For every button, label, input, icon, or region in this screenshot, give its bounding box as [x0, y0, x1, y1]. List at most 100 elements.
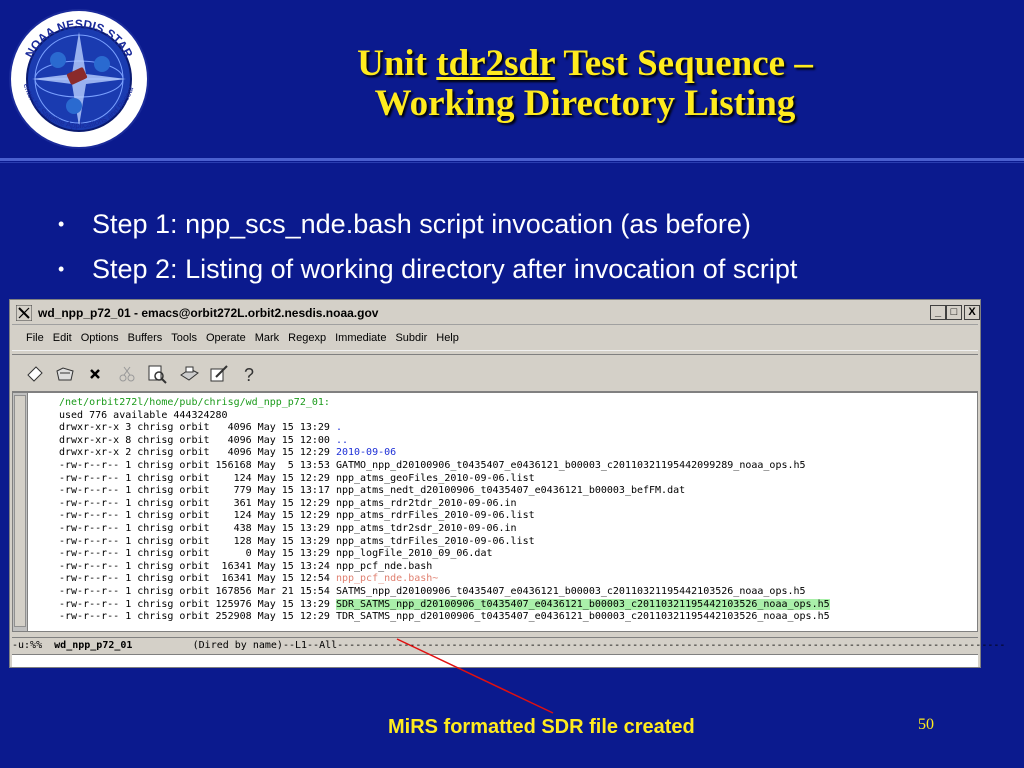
file-attributes: -rw-r--r-- 1 chrisg orbit 128 May 15 13:…	[59, 535, 336, 547]
dired-file-row[interactable]: -rw-r--r-- 1 chrisg orbit 779 May 15 13:…	[59, 485, 979, 498]
file-attributes: -rw-r--r-- 1 chrisg orbit 156168 May 5 1…	[59, 459, 336, 471]
disk-usage-summary: used 776 available 444324280	[59, 409, 228, 421]
dired-file-row[interactable]: drwxr-xr-x 3 chrisg orbit 4096 May 15 13…	[59, 422, 979, 435]
menu-mark[interactable]: Mark	[251, 326, 283, 350]
file-attributes: -rw-r--r-- 1 chrisg orbit 124 May 15 12:…	[59, 510, 336, 522]
title-underlined: tdr2sdr	[436, 43, 555, 84]
bullet-dot-icon: •	[58, 259, 65, 279]
title-line2: Working Directory Listing	[374, 83, 796, 124]
file-attributes: -rw-r--r-- 1 chrisg orbit 0 May 15 13:29	[59, 548, 336, 560]
scrollbar-thumb[interactable]	[14, 395, 26, 627]
file-name[interactable]: npp_atms_geoFiles_2010-09-06.list	[336, 473, 535, 484]
file-attributes: -rw-r--r-- 1 chrisg orbit 167856 Mar 21 …	[59, 585, 336, 597]
file-name[interactable]: GATMO_npp_d20100906_t0435407_e0436121_b0…	[336, 460, 806, 471]
file-name[interactable]: npp_atms_nedt_d20100906_t0435407_e043612…	[336, 485, 685, 496]
menu-immediate[interactable]: Immediate	[331, 326, 390, 350]
dired-buffer[interactable]: /net/orbit272l/home/pub/chrisg/wd_npp_p7…	[12, 392, 978, 632]
file-name[interactable]: ..	[336, 435, 348, 446]
file-name[interactable]: npp_logFile_2010_09_06.dat	[336, 548, 493, 559]
file-name[interactable]: SATMS_npp_d20100906_t0435407_e0436121_b0…	[336, 586, 806, 597]
file-name[interactable]: npp_atms_tdrFiles_2010-09-06.list	[336, 536, 535, 547]
dired-file-row[interactable]: -rw-r--r-- 1 chrisg orbit 167856 Mar 21 …	[59, 586, 979, 599]
file-name[interactable]: TDR_SATMS_npp_d20100906_t0435407_e043612…	[336, 611, 830, 622]
menu-buffers[interactable]: Buffers	[124, 326, 167, 350]
bullet-text: Step 2: Listing of working directory aft…	[92, 254, 798, 284]
file-attributes: -rw-r--r-- 1 chrisg orbit 779 May 15 13:…	[59, 485, 336, 497]
vertical-scrollbar[interactable]	[13, 393, 28, 631]
bullet-item: • Step 2: Listing of working directory a…	[58, 249, 1008, 294]
title-part1: Unit	[357, 43, 437, 84]
slide: NOAA NESDIS STAR Center for Satellite Ap…	[0, 0, 1024, 768]
menu-options[interactable]: Options	[77, 326, 123, 350]
file-name[interactable]: npp_atms_tdr2sdr_2010-09-06.in	[336, 523, 517, 534]
help-icon[interactable]: ?	[238, 363, 260, 385]
page-number: 50	[918, 716, 934, 733]
file-attributes: -rw-r--r-- 1 chrisg orbit 16341 May 15 1…	[59, 560, 336, 572]
file-attributes: -rw-r--r-- 1 chrisg orbit 125976 May 15 …	[59, 598, 336, 610]
file-name[interactable]: npp_pcf_nde.bash	[336, 561, 432, 572]
bullet-list: • Step 1: npp_scs_nde.bash script invoca…	[58, 204, 1008, 294]
callout-text: MiRS formatted SDR file created	[388, 716, 695, 738]
dired-file-row[interactable]: -rw-r--r-- 1 chrisg orbit 16341 May 15 1…	[59, 573, 979, 586]
dired-file-row[interactable]: drwxr-xr-x 2 chrisg orbit 4096 May 15 12…	[59, 447, 979, 460]
menu-regexp[interactable]: Regexp	[284, 326, 330, 350]
open-folder-icon[interactable]	[54, 363, 76, 385]
file-attributes: -rw-r--r-- 1 chrisg orbit 438 May 15 13:…	[59, 522, 336, 534]
search-icon[interactable]	[146, 363, 168, 385]
window-titlebar[interactable]: wd_npp_p72_01 - emacs@orbit272L.orbit2.n…	[12, 302, 980, 325]
mode-line: -u:%% wd_npp_p72_01 (Dired by name)--L1-…	[12, 637, 1005, 655]
dired-file-row[interactable]: -rw-r--r-- 1 chrisg orbit 124 May 15 12:…	[59, 510, 979, 523]
minimize-button[interactable]: _	[930, 305, 946, 320]
window-title: wd_npp_p72_01 - emacs@orbit272L.orbit2.n…	[38, 306, 379, 320]
dired-file-row[interactable]: -rw-r--r-- 1 chrisg orbit 361 May 15 12:…	[59, 498, 979, 511]
menu-edit[interactable]: Edit	[49, 326, 76, 350]
menu-help[interactable]: Help	[432, 326, 463, 350]
bullet-text: Step 1: npp_scs_nde.bash script invocati…	[92, 209, 751, 239]
file-name[interactable]: SDR_SATMS_npp_d20100906_t0435407_e043612…	[335, 598, 830, 610]
file-attributes: -rw-r--r-- 1 chrisg orbit 16341 May 15 1…	[59, 573, 336, 585]
file-attributes: drwxr-xr-x 8 chrisg orbit 4096 May 15 12…	[59, 434, 336, 446]
close-button[interactable]: X	[964, 305, 980, 320]
file-name[interactable]: npp_atms_rdrFiles_2010-09-06.list	[336, 510, 535, 521]
file-name[interactable]: .	[336, 422, 342, 433]
edit-icon[interactable]	[208, 363, 230, 385]
dired-file-row[interactable]: -rw-r--r-- 1 chrisg orbit 128 May 15 13:…	[59, 536, 979, 549]
dired-file-row[interactable]: -rw-r--r-- 1 chrisg orbit 124 May 15 12:…	[59, 473, 979, 486]
dired-file-row[interactable]: -rw-r--r-- 1 chrisg orbit 0 May 15 13:29…	[59, 548, 979, 561]
file-attributes: -rw-r--r-- 1 chrisg orbit 252908 May 15 …	[59, 611, 336, 623]
minibuffer[interactable]	[12, 655, 978, 667]
maximize-button[interactable]: □	[946, 305, 962, 320]
header-divider	[0, 158, 1024, 161]
noaa-nesdis-star-logo: NOAA NESDIS STAR Center for Satellite Ap…	[8, 8, 149, 149]
new-file-icon[interactable]	[24, 363, 46, 385]
menu-file[interactable]: File	[22, 326, 48, 350]
file-attributes: -rw-r--r-- 1 chrisg orbit 124 May 15 12:…	[59, 472, 336, 484]
file-attributes: drwxr-xr-x 3 chrisg orbit 4096 May 15 13…	[59, 422, 336, 434]
emacs-window: wd_npp_p72_01 - emacs@orbit272L.orbit2.n…	[9, 299, 1005, 668]
title-part2: Test Sequence –	[554, 43, 813, 84]
toolbar: ?	[12, 354, 978, 392]
dired-file-row[interactable]: -rw-r--r-- 1 chrisg orbit 16341 May 15 1…	[59, 561, 979, 574]
slide-title: Unit tdr2sdr Test Sequence – Working Dir…	[150, 44, 1020, 124]
dired-file-row[interactable]: -rw-r--r-- 1 chrisg orbit 156168 May 5 1…	[59, 460, 979, 473]
file-attributes: -rw-r--r-- 1 chrisg orbit 361 May 15 12:…	[59, 497, 336, 509]
file-attributes: drwxr-xr-x 2 chrisg orbit 4096 May 15 12…	[59, 447, 336, 459]
dired-file-row[interactable]: -rw-r--r-- 1 chrisg orbit 252908 May 15 …	[59, 611, 979, 624]
menu-tools[interactable]: Tools	[167, 326, 201, 350]
file-name[interactable]: npp_atms_rdr2tdr_2010-09-06.in	[336, 498, 517, 509]
x-window-icon[interactable]	[16, 305, 32, 321]
print-icon[interactable]	[178, 363, 200, 385]
dired-file-row[interactable]: drwxr-xr-x 8 chrisg orbit 4096 May 15 12…	[59, 435, 979, 448]
dired-listing: /net/orbit272l/home/pub/chrisg/wd_npp_p7…	[59, 397, 979, 624]
cut-icon[interactable]	[116, 363, 138, 385]
file-name[interactable]: 2010-09-06	[336, 447, 396, 458]
header-divider-thin	[0, 162, 1024, 163]
file-name[interactable]: npp_pcf_nde.bash~	[336, 573, 438, 584]
dired-file-row[interactable]: -rw-r--r-- 1 chrisg orbit 125976 May 15 …	[59, 598, 979, 612]
menu-subdir[interactable]: Subdir	[391, 326, 431, 350]
bullet-item: • Step 1: npp_scs_nde.bash script invoca…	[58, 204, 1008, 249]
dired-file-row[interactable]: -rw-r--r-- 1 chrisg orbit 438 May 15 13:…	[59, 523, 979, 536]
menu-operate[interactable]: Operate	[202, 326, 250, 350]
close-x-icon[interactable]	[84, 363, 106, 385]
svg-text:?: ?	[244, 365, 254, 385]
